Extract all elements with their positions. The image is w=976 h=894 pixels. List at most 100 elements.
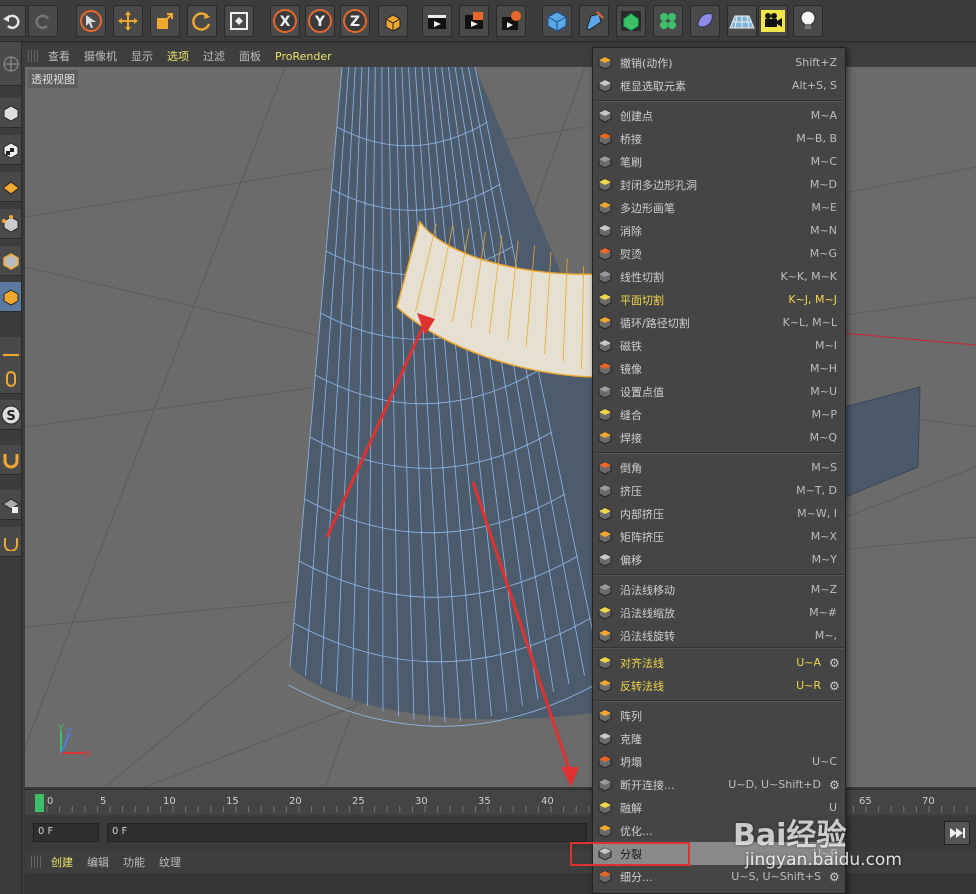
menu-item-extrude-inner[interactable]: 内部挤压 M~W, I (593, 502, 845, 525)
axis-x-label: X (85, 750, 91, 760)
lock-workplane-icon[interactable] (0, 490, 21, 520)
menu-prorender[interactable]: ProRender (275, 50, 332, 63)
menu-view[interactable]: 查看 (48, 48, 70, 64)
polygon-pen-icon (596, 199, 614, 217)
pen-icon[interactable] (579, 5, 609, 37)
menu-texture[interactable]: 纹理 (159, 854, 181, 870)
magnet-snap-icon[interactable] (0, 445, 21, 475)
menu-item-extrude[interactable]: 挤压 M~T, D (593, 479, 845, 502)
redo-icon[interactable] (28, 5, 58, 37)
menu-function[interactable]: 功能 (123, 854, 145, 870)
menu-edit[interactable]: 编辑 (87, 854, 109, 870)
menu-item-shortcut: U~R (796, 679, 821, 692)
menu-item-mirror[interactable]: 镜像 M~H (593, 357, 845, 380)
matrix-extrude-icon (596, 528, 614, 546)
camera-icon[interactable] (758, 5, 788, 37)
deformer-icon[interactable] (690, 5, 720, 37)
select-icon[interactable] (76, 5, 106, 37)
recent-tool-icon[interactable] (224, 5, 254, 37)
menu-item-shortcut: Alt+S, S (791, 79, 837, 92)
floor-icon[interactable] (727, 5, 757, 37)
current-frame-field[interactable]: 0 F (33, 823, 99, 842)
subdivision-icon[interactable] (616, 5, 646, 37)
menu-item-frame-selected[interactable]: 框显选取元素 Alt+S, S (593, 74, 845, 97)
menu-item-reverse-normals[interactable]: 反转法线 U~R ⚙ (593, 674, 845, 697)
cloner-icon[interactable] (653, 5, 683, 37)
light-icon[interactable] (793, 5, 823, 37)
frame-range-slider[interactable]: 0 F (107, 823, 587, 842)
mirror-icon (596, 360, 614, 378)
panel-grip[interactable] (28, 50, 38, 62)
menu-item-set-point-value[interactable]: 设置点值 M~U (593, 380, 845, 403)
menu-item-weld[interactable]: 焊接 M~Q (593, 426, 845, 449)
menu-item-polygon-pen[interactable]: 多边形画笔 M~E (593, 196, 845, 219)
undo-icon[interactable] (0, 5, 26, 37)
menu-item-iron[interactable]: 熨烫 M~G (593, 242, 845, 265)
options-gear-icon[interactable]: ⚙ (829, 779, 841, 791)
menu-filter[interactable]: 过滤 (203, 48, 225, 64)
menu-item-array[interactable]: 阵列 (593, 704, 845, 727)
options-gear-icon[interactable]: ⚙ (829, 871, 841, 883)
menu-item-disconnect[interactable]: 断开连接... U~D, U~Shift+D ⚙ (593, 773, 845, 796)
planar-workplane-icon[interactable] (0, 527, 21, 557)
polygons-mode-icon[interactable] (0, 282, 21, 312)
menu-display[interactable]: 显示 (131, 48, 153, 64)
menu-item-close-polygon-hole[interactable]: 封闭多边形孔洞 M~D (593, 173, 845, 196)
menu-item-dissolve[interactable]: 消除 M~N (593, 219, 845, 242)
texture-mode-icon[interactable] (0, 135, 21, 165)
y-axis-icon[interactable]: Y (305, 5, 335, 37)
points-mode-icon[interactable] (0, 209, 21, 239)
menu-item-bevel[interactable]: 倒角 M~S (593, 456, 845, 479)
menu-item-label: 熨烫 (620, 247, 642, 261)
coordinate-system-icon[interactable] (378, 5, 408, 37)
menu-item-shortcut: M~Y (811, 553, 837, 566)
model-mode-icon[interactable] (0, 98, 21, 128)
render-view-icon[interactable] (422, 5, 452, 37)
axis-mode-icon[interactable] (0, 337, 21, 367)
snap-icon[interactable]: S (0, 400, 21, 430)
cube-icon[interactable] (542, 5, 572, 37)
workplane-mode-icon[interactable] (0, 172, 21, 202)
menu-item-create-point[interactable]: 创建点 M~A (593, 104, 845, 127)
panel-grip[interactable] (31, 856, 41, 868)
rotate-icon[interactable] (187, 5, 217, 37)
move-icon[interactable] (113, 5, 143, 37)
timeline-tick-label: 30 (415, 796, 428, 807)
menu-separator (594, 700, 844, 702)
goto-end-button[interactable] (944, 821, 970, 845)
menu-create[interactable]: 创建 (51, 854, 73, 870)
menu-item-line-cut[interactable]: 线性切割 K~K, M~K (593, 265, 845, 288)
tweak-mode-icon[interactable] (0, 364, 21, 394)
menu-item-clone[interactable]: 克隆 (593, 727, 845, 750)
menu-options[interactable]: 选项 (167, 48, 189, 64)
workplane-icon[interactable] (0, 42, 21, 86)
menu-item-smooth-shift[interactable]: 偏移 M~Y (593, 548, 845, 571)
menu-item-collapse[interactable]: 坍塌 U~C (593, 750, 845, 773)
create-point-icon (596, 107, 614, 125)
menu-panel[interactable]: 面板 (239, 48, 261, 64)
menu-item-align-normals[interactable]: 对齐法线 U~A ⚙ (593, 651, 845, 674)
menu-cameras[interactable]: 摄像机 (84, 48, 117, 64)
menu-item-undo-action[interactable]: 撤销(动作) Shift+Z (593, 51, 845, 74)
menu-item-normal-scale[interactable]: 沿法线缩放 M~# (593, 601, 845, 624)
menu-item-matrix-extrude[interactable]: 矩阵挤压 M~X (593, 525, 845, 548)
menu-item-normal-move[interactable]: 沿法线移动 M~Z (593, 578, 845, 601)
render-picture-viewer-icon[interactable] (459, 5, 489, 37)
z-axis-icon[interactable]: Z (340, 5, 370, 37)
svg-text:Y: Y (314, 14, 326, 30)
render-settings-icon[interactable] (496, 5, 526, 37)
disconnect-icon (596, 776, 614, 794)
menu-item-bridge[interactable]: 桥接 M~B, B (593, 127, 845, 150)
x-axis-icon[interactable]: X (270, 5, 300, 37)
edges-mode-icon[interactable] (0, 246, 21, 276)
menu-item-label: 反转法线 (620, 679, 664, 693)
menu-item-stitch[interactable]: 缝合 M~P (593, 403, 845, 426)
menu-item-plane-cut[interactable]: 平面切割 K~J, M~J (593, 288, 845, 311)
options-gear-icon[interactable]: ⚙ (829, 657, 841, 669)
options-gear-icon[interactable]: ⚙ (829, 680, 841, 692)
scale-icon[interactable] (150, 5, 180, 37)
menu-item-loop-cut[interactable]: 循环/路径切割 K~L, M~L (593, 311, 845, 334)
menu-item-brush[interactable]: 笔刷 M~C (593, 150, 845, 173)
menu-item-normal-rotate[interactable]: 沿法线旋转 M~, (593, 624, 845, 647)
menu-item-magnet[interactable]: 磁铁 M~I (593, 334, 845, 357)
